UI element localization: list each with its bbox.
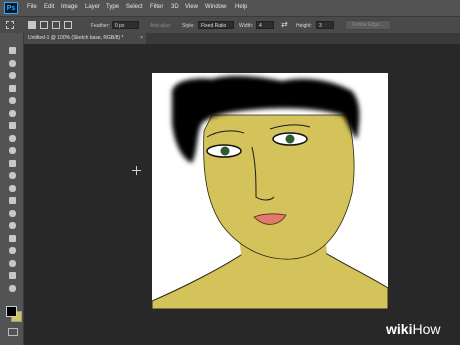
quick-select-tool-icon[interactable] [9, 84, 16, 92]
menu-select[interactable]: Select [126, 4, 143, 10]
brush-tool-icon[interactable] [9, 134, 16, 142]
add-selection-icon[interactable] [40, 21, 48, 29]
lasso-tool-icon[interactable] [9, 72, 16, 79]
marquee-tool-icon[interactable] [9, 59, 16, 67]
swap-dimensions-icon[interactable]: ⇄ [281, 21, 288, 29]
menu-filter[interactable]: Filter [150, 4, 163, 10]
intersect-selection-icon[interactable] [64, 21, 72, 29]
antialias-checkbox-label[interactable]: Anti-alias [150, 23, 171, 29]
menu-file[interactable]: File [27, 4, 37, 10]
feather-label: Feather: [91, 23, 110, 29]
path-select-tool-icon[interactable] [9, 247, 16, 254]
new-selection-icon[interactable] [28, 21, 36, 29]
crosshair-cursor-icon [132, 166, 141, 175]
wikihow-watermark: wikiHow [386, 321, 440, 337]
menu-view[interactable]: View [185, 4, 198, 10]
document-tab-strip: Untitled-1 @ 100% (Sketch base, RGB/8) *… [24, 33, 460, 44]
portrait-artwork [152, 75, 388, 309]
history-brush-tool-icon[interactable] [9, 159, 16, 167]
eraser-tool-icon[interactable] [9, 172, 16, 179]
right-iris-shape [285, 134, 295, 144]
style-label: Style: [182, 23, 195, 29]
menu-edit[interactable]: Edit [44, 4, 54, 10]
menu-bar: Ps File Edit Image Layer Type Select Fil… [0, 0, 460, 16]
left-iris-shape [220, 146, 230, 156]
pen-tool-icon[interactable] [9, 222, 16, 229]
height-label: Height: [296, 23, 312, 29]
blur-tool-icon[interactable] [9, 197, 16, 204]
foreground-color-swatch[interactable] [6, 306, 17, 317]
menu-image[interactable]: Image [61, 4, 78, 10]
photoshop-logo: Ps [4, 2, 18, 14]
watermark-how: How [412, 321, 441, 337]
document-tab[interactable]: Untitled-1 @ 100% (Sketch base, RGB/8) *… [24, 33, 146, 44]
style-select[interactable]: Fixed Ratio [198, 21, 234, 29]
subtract-selection-icon[interactable] [52, 21, 60, 29]
move-tool-icon[interactable] [9, 47, 16, 54]
menu-help[interactable]: Help [235, 4, 247, 10]
menu-layer[interactable]: Layer [85, 4, 100, 10]
shape-tool-icon[interactable] [9, 259, 16, 267]
hand-tool-icon[interactable] [9, 272, 16, 279]
type-tool-icon[interactable] [9, 234, 16, 242]
eyedropper-tool-icon[interactable] [9, 109, 16, 117]
clone-stamp-tool-icon[interactable] [9, 147, 16, 154]
feather-input[interactable]: 0 px [112, 21, 139, 29]
close-tab-icon[interactable]: × [140, 33, 143, 44]
gradient-tool-icon[interactable] [9, 184, 16, 192]
healing-tool-icon[interactable] [9, 122, 16, 129]
document-tab-title: Untitled-1 @ 100% (Sketch base, RGB/8) * [28, 35, 124, 41]
width-input[interactable]: 4 [256, 21, 274, 29]
quick-mask-icon[interactable] [8, 328, 18, 336]
menu-window[interactable]: Window [205, 4, 226, 10]
watermark-wiki: wiki [386, 321, 413, 337]
marquee-preset-icon[interactable] [6, 21, 14, 29]
document-canvas[interactable] [152, 73, 388, 309]
width-label: Width: [239, 23, 254, 29]
crop-tool-icon[interactable] [9, 97, 16, 104]
menu-3d[interactable]: 3D [171, 4, 179, 10]
refine-edge-button[interactable]: Refine Edge... [345, 20, 391, 30]
dodge-tool-icon[interactable] [9, 209, 16, 217]
menu-type[interactable]: Type [106, 4, 119, 10]
zoom-tool-icon[interactable] [9, 284, 16, 292]
tools-panel [0, 33, 24, 345]
height-input[interactable]: 3 [316, 21, 334, 29]
